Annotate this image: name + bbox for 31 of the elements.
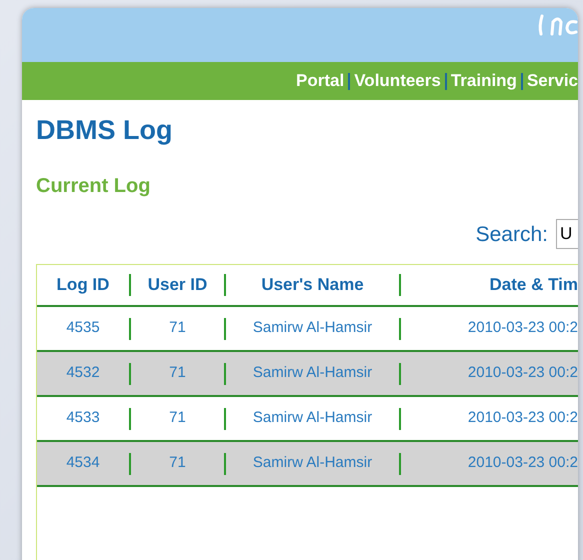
table-cell-text: 2010-03-23 00:2: [466, 363, 578, 384]
table-cell: 71: [131, 362, 226, 384]
nav-link[interactable]: Training: [450, 68, 517, 94]
table-row[interactable]: 4534 71 Samirw Al-Hamsir 2010-03-23 00:2: [37, 442, 578, 487]
nav-link[interactable]: Servic: [526, 68, 578, 94]
nav-link[interactable]: Portal: [296, 68, 344, 94]
search-label: Search:: [476, 222, 548, 248]
table-cell: Samirw Al-Hamsir: [226, 452, 401, 474]
table-cell: 71: [131, 452, 226, 474]
column-header[interactable]: User ID: [131, 274, 226, 296]
table-cell-text: 2010-03-23 00:2: [466, 453, 578, 474]
column-header[interactable]: Log ID: [37, 274, 131, 296]
table-cell: Samirw Al-Hamsir: [226, 318, 401, 340]
table-cell: Samirw Al-Hamsir: [226, 362, 401, 384]
column-header[interactable]: User's Name: [226, 274, 401, 296]
nav-link[interactable]: Volunteers: [354, 68, 441, 94]
page-title: DBMS Log: [36, 114, 174, 147]
table-cell: 4535: [37, 318, 131, 340]
search-field[interactable]: U: [556, 219, 578, 250]
table-cell: Samirw Al-Hamsir: [226, 408, 401, 430]
table-cell: 71: [131, 318, 226, 340]
section-title: Current Log: [36, 174, 152, 198]
table-cell: 4533: [37, 408, 131, 430]
table-row[interactable]: 4532 71 Samirw Al-Hamsir 2010-03-23 00:2: [37, 352, 578, 397]
table-cell: 4532: [37, 362, 131, 384]
table-cell: 4534: [37, 452, 131, 474]
logo-script-drawing: [536, 12, 578, 38]
column-header[interactable]: Date & Tim: [401, 274, 578, 296]
table-cell-text: 2010-03-23 00:2: [466, 408, 578, 428]
table-cell: 71: [131, 408, 226, 430]
table-cell-text: 2010-03-23 00:2: [466, 318, 578, 338]
